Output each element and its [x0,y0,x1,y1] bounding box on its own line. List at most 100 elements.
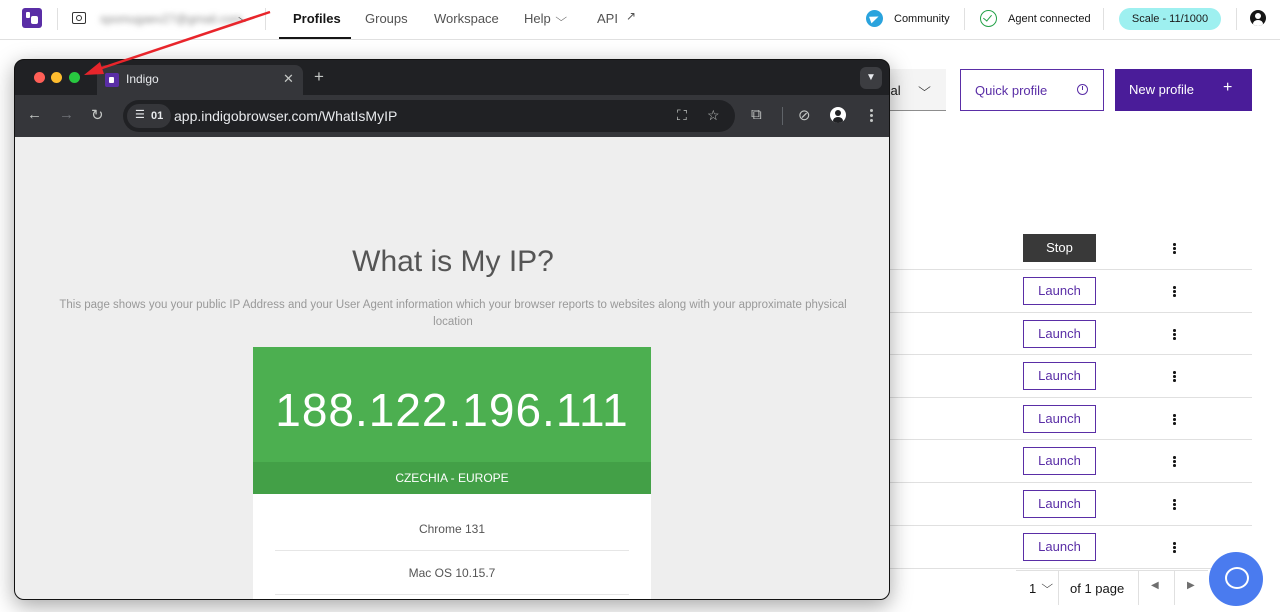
nav-divider [265,8,266,30]
new-tab-icon[interactable]: + [314,67,324,87]
table-row-divider [889,312,1252,313]
back-icon[interactable]: ← [27,106,42,123]
table-row-divider [889,482,1252,483]
workspace-email[interactable]: spomugaev27@gmail.com [100,12,242,26]
tab-help[interactable]: Help [524,11,551,26]
page-content: What is My IP? This page shows you your … [15,137,889,599]
launch-button[interactable]: Launch [1023,320,1096,348]
minimize-window-button[interactable] [51,72,62,83]
info-divider [275,594,629,595]
user-agent-panel: Chrome 131 Mac OS 10.15.7 [253,494,651,599]
prev-page-icon[interactable]: ◀ [1151,580,1159,591]
location-bar: CZECHIA - EUROPE [253,462,651,494]
check-circle-icon [980,10,997,27]
info-divider [275,550,629,551]
user-icon[interactable] [1250,10,1266,26]
launch-button[interactable]: Launch [1023,447,1096,475]
launch-button[interactable]: Launch [1023,490,1096,518]
pager-divider [1058,571,1059,605]
timer-icon [1077,84,1088,95]
launch-button[interactable]: Launch [1023,277,1096,305]
nav-divider [57,8,58,30]
chevron-down-icon[interactable]: ⌵ [555,12,567,25]
toolbar-divider [782,107,783,125]
top-nav: spomugaev27@gmail.com ⌵ Profiles Groups … [0,0,1280,40]
kebab-icon[interactable] [1167,240,1181,256]
kebab-icon[interactable] [1167,411,1181,427]
site-badge: 01 [151,110,164,122]
close-tab-icon[interactable]: ✕ [283,71,294,87]
chevron-down-icon[interactable]: ⌵ [238,10,252,26]
location-text: CZECHIA - EUROPE [395,471,509,485]
plus-icon: + [1223,79,1233,96]
forward-icon[interactable]: → [59,106,74,123]
star-icon[interactable]: ☆ [707,107,720,124]
kebab-icon[interactable] [1167,539,1181,555]
kebab-icon[interactable] [1167,368,1181,384]
nav-divider [1103,8,1104,30]
tab-profiles[interactable]: Profiles [293,11,341,26]
maximize-window-button[interactable] [69,72,80,83]
os-version: Mac OS 10.15.7 [408,566,496,580]
table-row-divider [889,525,1252,526]
tab-api[interactable]: API [597,11,618,26]
translate-icon[interactable]: ⛶ [677,107,687,124]
browser-window: Indigo ✕ + ▼ ← → ↻ ☰ 01 app.indigobrowse… [14,59,890,600]
page-title: What is My IP? [352,245,554,278]
extensions-icon[interactable]: ⧉ [751,106,762,123]
pager-divider [1174,571,1175,605]
tab-search-chevron-icon[interactable]: ▼ [860,67,882,89]
new-profile-button[interactable]: New profile + [1115,69,1252,111]
tab-groups[interactable]: Groups [365,11,408,26]
table-row-divider [889,354,1252,355]
launch-button[interactable]: Launch [1023,362,1096,390]
ip-address: 188.122.196.111 [275,384,629,436]
launch-button[interactable]: Launch [1023,533,1096,561]
page-count: of 1 page [1070,581,1125,596]
browser-toolbar: ← → ↻ ☰ 01 app.indigobrowser.com/WhatIsM… [15,95,889,137]
pagination: 1 ⌵ of 1 page ◀ ▶ [1016,570,1208,605]
tab-title: Indigo [126,72,159,86]
chevron-down-icon[interactable]: ⌵ [1041,579,1053,592]
pager-divider [1138,571,1139,605]
tune-icon: ☰ [135,109,145,121]
launch-button[interactable]: Launch [1023,405,1096,433]
browser-menu-icon[interactable] [868,107,874,125]
kebab-icon[interactable] [1167,496,1181,512]
chat-icon[interactable] [1209,552,1263,606]
table-row-divider [889,397,1252,398]
performance-icon[interactable]: ⊘ [798,106,811,124]
logo-icon[interactable] [22,8,42,28]
browser-version: Chrome 131 [418,522,486,536]
ip-panel: 188.122.196.111 [253,347,651,462]
nav-divider [1236,8,1237,30]
next-page-icon[interactable]: ▶ [1187,580,1195,591]
community-link[interactable]: Community [894,13,950,25]
url-text[interactable]: app.indigobrowser.com/WhatIsMyIP [174,108,397,124]
kebab-icon[interactable] [1167,326,1181,342]
close-window-button[interactable] [34,72,45,83]
reload-icon[interactable]: ↻ [91,106,104,124]
agent-status: Agent connected [1008,13,1091,25]
external-link-icon[interactable]: ↗ [626,9,636,23]
table-row-divider [889,439,1252,440]
address-bar[interactable]: ☰ 01 app.indigobrowser.com/WhatIsMyIP ⛶ … [123,100,735,132]
active-tab-indicator [279,37,351,39]
tab-workspace[interactable]: Workspace [434,11,499,26]
kebab-icon[interactable] [1167,283,1181,299]
kebab-icon[interactable] [1167,453,1181,469]
stop-button[interactable]: Stop [1023,234,1096,262]
workspace-icon[interactable] [72,12,86,24]
favicon-icon [105,73,119,87]
quick-profile-label: Quick profile [975,83,1048,98]
browser-tab[interactable]: Indigo ✕ [97,65,303,95]
plan-badge[interactable]: Scale - 11/1000 [1119,8,1221,30]
page-select[interactable]: 1 [1029,581,1036,596]
page-description: This page shows you your public IP Addre… [59,299,847,328]
table-row-divider [889,568,1252,569]
chevron-down-icon[interactable]: ⌵ [918,80,931,95]
quick-profile-button[interactable]: Quick profile [960,69,1104,111]
telegram-icon[interactable] [866,10,883,27]
site-info-button[interactable]: ☰ 01 [127,104,171,128]
profile-icon[interactable] [830,107,846,123]
